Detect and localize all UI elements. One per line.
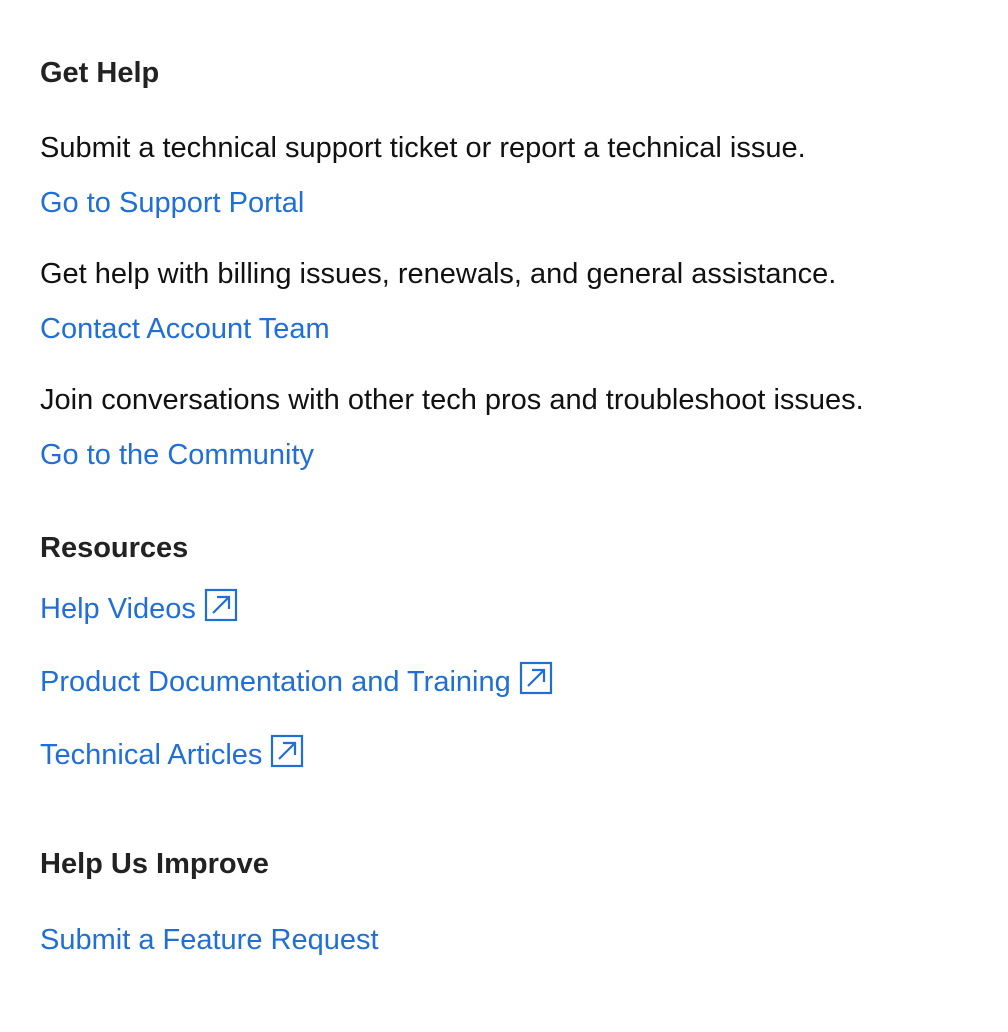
external-link-icon [519, 661, 553, 695]
external-link-icon [204, 588, 238, 622]
get-help-heading: Get Help [40, 57, 160, 89]
help-videos-label: Help Videos [40, 593, 196, 625]
product-documentation-link[interactable]: Product Documentation and Training [40, 661, 553, 700]
account-team-description: Get help with billing issues, renewals, … [40, 258, 837, 290]
community-link[interactable]: Go to the Community [40, 437, 314, 473]
feature-request-link[interactable]: Submit a Feature Request [40, 922, 379, 958]
support-portal-link[interactable]: Go to Support Portal [40, 185, 304, 221]
technical-articles-label: Technical Articles [40, 739, 263, 771]
product-documentation-label: Product Documentation and Training [40, 666, 511, 698]
account-team-link[interactable]: Contact Account Team [40, 311, 330, 347]
help-videos-link[interactable]: Help Videos [40, 588, 238, 627]
resources-heading: Resources [40, 532, 189, 564]
support-portal-description: Submit a technical support ticket or rep… [40, 132, 806, 164]
community-description: Join conversations with other tech pros … [40, 384, 864, 416]
help-us-improve-heading: Help Us Improve [40, 848, 269, 880]
technical-articles-link[interactable]: Technical Articles [40, 734, 304, 773]
external-link-icon [270, 734, 304, 768]
